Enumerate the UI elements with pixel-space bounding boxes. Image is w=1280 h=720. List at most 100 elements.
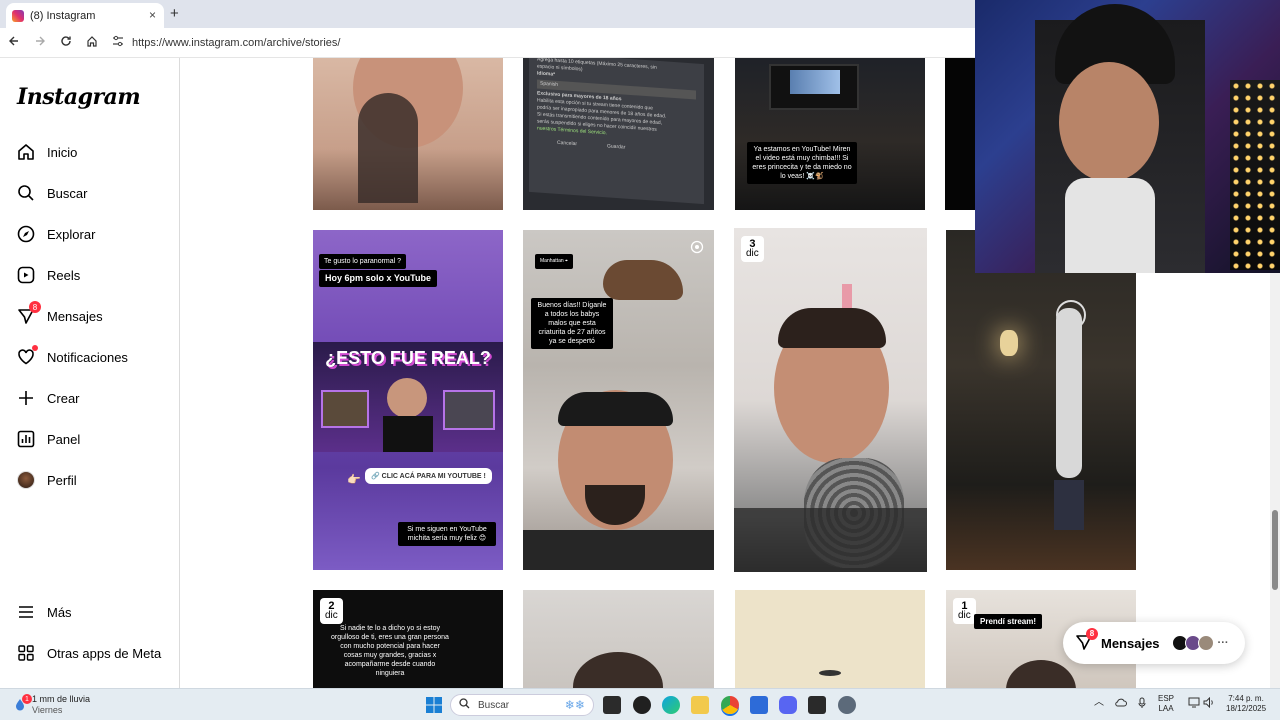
menu-icon	[16, 602, 36, 622]
story-tile[interactable]: Ya estamos en YouTube! Miren el video es…	[735, 58, 925, 210]
settings-text: Guardar	[607, 143, 626, 151]
microphone-icon[interactable]	[1138, 697, 1146, 712]
sidebar-item-label: Explorar	[47, 226, 96, 242]
weather-text: 1 mm de lluvia	[32, 694, 91, 704]
story-caption: Te gusto lo paranormal ?	[319, 254, 407, 269]
explore-icon	[16, 224, 36, 244]
story-caption: Prendí stream!	[974, 614, 1043, 629]
date-month: dic	[746, 248, 759, 259]
plus-icon	[16, 388, 36, 408]
windows-start-icon[interactable]	[425, 696, 443, 714]
highlight-icon[interactable]	[690, 240, 704, 257]
clock[interactable]: 7:44 p. m. 18/12/2025	[1226, 694, 1266, 714]
sidebar-item-explorar[interactable]: Explorar	[16, 222, 95, 246]
weather-widget[interactable]: 1 1 mm de lluvia Viernes	[14, 694, 90, 716]
cloud-icon[interactable]	[1115, 697, 1127, 710]
weather-badge: 1	[22, 694, 32, 704]
story-date: 3 dic	[741, 236, 764, 262]
instagram-favicon-icon	[12, 9, 24, 22]
weather-day: Viernes	[32, 705, 63, 715]
youtube-link-sticker[interactable]: 🔗 CLIC ACÁ PARA MI YOUTUBE !	[365, 468, 492, 484]
story-tile[interactable]: Manhattan ⌖ Buenos días!! Díganle a todo…	[523, 230, 714, 570]
story-caption: Buenos días!! Díganle a todos los babys …	[531, 298, 613, 349]
back-icon[interactable]	[2, 35, 26, 50]
lang-layout: LAA	[1158, 704, 1174, 713]
sidebar-item-mas[interactable]: Más	[16, 600, 72, 624]
settings-text: Cancelar	[557, 139, 578, 148]
pointing-hand-icon: 👉🏻	[347, 474, 361, 486]
messenger-icon: 8	[1075, 627, 1098, 654]
story-tile[interactable]: Te gusto lo paranormal ? Hoy 6pm solo x …	[313, 230, 503, 570]
story-tile[interactable]	[313, 58, 503, 210]
home-icon	[16, 142, 36, 162]
sidebar-item-panel[interactable]: Panel	[16, 427, 80, 451]
messenger-icon: 8	[16, 301, 41, 326]
store-icon[interactable]	[750, 696, 768, 714]
sidebar-item-perfil[interactable]: Perfil	[16, 468, 77, 492]
clock-time: 7:44 p. m.	[1228, 694, 1264, 703]
instagram-sidebar: Instagram Inicio Buscar Explorar Reels 8…	[0, 58, 180, 688]
forward-icon[interactable]	[28, 35, 52, 50]
file-explorer-icon[interactable]	[691, 696, 709, 714]
task-view-icon[interactable]	[603, 696, 621, 714]
story-date: 1 dic	[953, 598, 976, 624]
rain-icon: 1	[14, 694, 32, 712]
sidebar-item-inicio[interactable]: Inicio	[16, 140, 77, 164]
story-tile[interactable]	[735, 590, 925, 688]
sidebar-item-label: Perfil	[47, 472, 77, 488]
story-tile[interactable]: Agrega hasta 10 etiquetas (Máximo 25 car…	[523, 58, 714, 210]
tab-instagram[interactable]: (8) Instagram ×	[6, 3, 164, 28]
scrollbar-thumb[interactable]	[1272, 510, 1278, 590]
location-sticker: Manhattan ⌖	[535, 254, 573, 269]
taskbar-search[interactable]: Buscar ❄❄	[450, 694, 594, 716]
epic-games-icon[interactable]	[808, 696, 826, 714]
search-icon	[459, 698, 470, 712]
home-browser-icon[interactable]	[80, 35, 104, 50]
reels-icon	[16, 265, 36, 285]
chrome-icon[interactable]	[721, 696, 739, 714]
sidebar-item-reels[interactable]: Reels	[16, 263, 80, 287]
reload-icon[interactable]	[54, 35, 78, 50]
heart-icon	[16, 345, 38, 367]
obs-icon[interactable]	[633, 696, 651, 714]
messages-floating-button[interactable]: 8 Mensajes ···	[1063, 622, 1245, 664]
snowflake-icon: ❄❄	[564, 698, 585, 712]
taskbar-search-placeholder: Buscar	[478, 699, 510, 711]
story-tile[interactable]	[523, 590, 714, 688]
sidebar-item-label: Reels	[47, 267, 81, 283]
story-tile[interactable]: 3 dic	[734, 228, 927, 572]
clock-date: 18/12/2025	[1226, 704, 1267, 713]
sidebar-item-crear[interactable]: Crear	[16, 386, 80, 410]
edge-icon[interactable]	[662, 696, 680, 714]
more-icon: ···	[1217, 637, 1229, 649]
sidebar-item-buscar[interactable]: Buscar	[16, 181, 87, 205]
story-tile[interactable]: 2 dic Si nadie te lo a dicho yo si estoy …	[313, 590, 503, 688]
instagram-logo[interactable]: Instagram	[17, 84, 141, 110]
tab-title: (8) Instagram	[30, 9, 96, 22]
sidebar-item-label: Notificaciones	[47, 349, 128, 365]
discord-icon[interactable]	[779, 696, 797, 714]
sidebar-item-notificaciones[interactable]: Notificaciones	[16, 345, 128, 369]
site-info-icon[interactable]	[112, 35, 124, 50]
search-icon	[16, 183, 36, 203]
settings-gear-icon[interactable]	[838, 696, 856, 714]
profile-avatar	[16, 470, 36, 490]
story-caption: Hoy 6pm solo x YouTube	[319, 270, 438, 287]
new-tab-icon[interactable]: +	[170, 5, 179, 22]
chevron-up-icon[interactable]: ︿	[1094, 698, 1104, 708]
browser-tab-strip: (8) Instagram × +	[0, 0, 975, 28]
story-tile[interactable]	[946, 230, 1136, 570]
close-tab-icon[interactable]: ×	[149, 8, 156, 22]
volume-icon[interactable]	[1203, 696, 1215, 711]
network-icon[interactable]	[1188, 697, 1200, 711]
address-bar[interactable]: https://www.instagram.com/archive/storie…	[112, 35, 340, 50]
sidebar-item-meta-apps[interactable]: Otras apps de Meta	[16, 641, 161, 665]
input-language[interactable]: ESP LAA	[1158, 694, 1174, 714]
sidebar-item-label: Mensajes	[47, 308, 103, 324]
messages-badge: 8	[1086, 627, 1098, 640]
webcam-overlay	[975, 0, 1280, 273]
sidebar-item-label: Crear	[47, 390, 80, 406]
recent-chat-avatars	[1171, 635, 1214, 651]
windows-taskbar: 1 1 mm de lluvia Viernes Buscar ❄❄ ︿ ESP…	[0, 688, 1280, 720]
sidebar-item-mensajes[interactable]: 8 Mensajes	[16, 301, 103, 328]
